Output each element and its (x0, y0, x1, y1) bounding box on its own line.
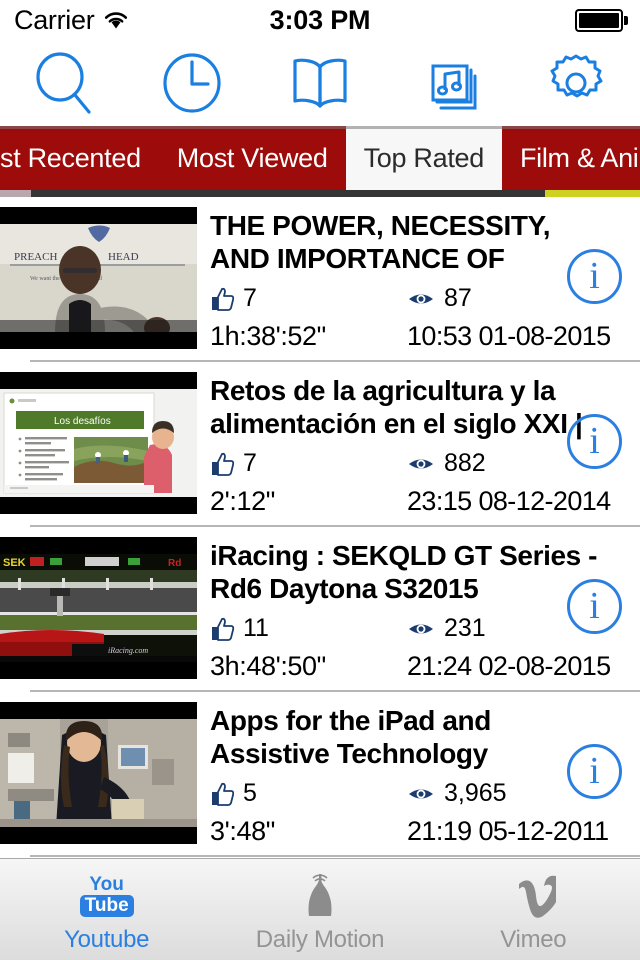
search-icon[interactable] (0, 40, 128, 126)
video-date: 21:19 05-12-2011 (407, 816, 609, 846)
video-date: 23:15 08-12-2014 (407, 486, 611, 516)
video-views-count: 3,965 (444, 779, 507, 807)
svg-text:iRacing.com: iRacing.com (108, 646, 148, 655)
info-icon: i (589, 254, 600, 297)
vimeo-icon (510, 872, 557, 920)
video-list[interactable]: PREACH HEAD We want the word to be heard… (0, 197, 640, 858)
bookmarks-icon[interactable] (256, 40, 384, 126)
video-duration: 3h:48':50" (210, 651, 326, 681)
bottom-tab-daily-motion[interactable]: Daily Motion (213, 859, 426, 960)
bottom-tab-label: Daily Motion (255, 925, 385, 953)
svg-text:SEK: SEK (3, 557, 26, 569)
category-tab-film-animation[interactable]: Film & Animation (501, 126, 640, 190)
video-views-count: 87 (444, 284, 472, 312)
category-tab-most-viewed[interactable]: Most Viewed (158, 126, 346, 190)
category-scroll-left-cap (0, 190, 31, 197)
category-scroll-track[interactable] (0, 190, 640, 197)
info-icon: i (589, 749, 600, 792)
video-views: 231 (407, 614, 486, 643)
video-info-button[interactable]: i (567, 414, 622, 469)
thumbs-up-icon (212, 452, 235, 476)
youtube-icon: You Tube (79, 872, 134, 920)
video-date: 10:53 01-08-2015 (407, 321, 611, 351)
svg-text:HEAD: HEAD (108, 251, 139, 263)
video-likes: 11 (210, 614, 269, 643)
video-views-count: 882 (444, 449, 486, 477)
thumbs-up-icon (212, 287, 235, 311)
category-tab-most-recented[interactable]: st Recented (0, 126, 159, 190)
video-thumbnail[interactable]: SEK Rd iRacing.com (0, 537, 197, 679)
video-likes-count: 7 (243, 449, 257, 477)
eye-icon (409, 459, 433, 468)
history-icon[interactable] (128, 40, 256, 126)
video-likes-count: 11 (243, 614, 269, 642)
thumbs-up-icon (212, 782, 235, 806)
video-info-button[interactable]: i (567, 249, 622, 304)
video-views: 882 (407, 449, 486, 478)
video-likes: 7 (210, 284, 257, 313)
video-list-item[interactable]: PREACH HEAD We want the word to be heard… (0, 197, 640, 362)
video-duration: 1h:38':52" (210, 321, 326, 351)
bottom-tab-vimeo[interactable]: Vimeo (427, 859, 640, 960)
bottom-tab-youtube[interactable]: You Tube Youtube (0, 859, 213, 960)
video-title: THE POWER, NECESSITY, AND IMPORTANCE OF (210, 210, 551, 274)
battery-full-icon (575, 8, 623, 32)
eye-icon (409, 624, 433, 633)
video-info-button[interactable]: i (567, 579, 622, 634)
eye-icon (409, 789, 433, 798)
video-title: Retos de la agricultura y la alimentació… (210, 375, 583, 439)
settings-icon[interactable] (512, 40, 640, 126)
video-duration: 2':12" (210, 486, 275, 516)
top-toolbar (0, 40, 640, 126)
status-bar-right (575, 8, 628, 32)
video-list-item[interactable]: SEK Rd iRacing.com iRacing: SEKQLD GT S… (0, 527, 640, 692)
svg-text:Los desafíos: Los desafíos (54, 416, 111, 427)
video-views: 87 (407, 284, 472, 313)
bottom-tab-label: Vimeo (500, 925, 567, 953)
video-info-button[interactable]: i (567, 744, 622, 799)
bottom-tab-bar: You Tube Youtube Daily Motion Vimeo (0, 858, 640, 960)
video-date: 21:24 02-08-2015 (407, 651, 611, 681)
video-thumbnail[interactable]: PREACH HEAD We want the word to be heard (0, 207, 197, 349)
category-tab-row: st Recented Most Viewed Top Rated Film &… (0, 126, 640, 190)
list-separator (30, 855, 640, 857)
playlists-icon[interactable] (384, 40, 512, 126)
video-list-item[interactable]: Los desafíos Retos de la agricultura y l… (0, 362, 640, 527)
category-tab-strip[interactable]: st Recented Most Viewed Top Rated Film &… (0, 126, 640, 190)
app-root: Carrier 3:03 PM st Recented Most Viewed … (0, 0, 640, 960)
info-icon: i (589, 584, 600, 627)
video-likes-count: 7 (243, 284, 257, 312)
svg-text:Rd: Rd (168, 558, 181, 569)
video-thumbnail[interactable] (0, 702, 197, 844)
video-likes: 5 (210, 779, 257, 808)
thumbs-up-icon (212, 617, 235, 641)
video-likes: 7 (210, 449, 257, 478)
status-bar: Carrier 3:03 PM (0, 0, 640, 40)
clock-label: 3:03 PM (269, 4, 371, 35)
video-duration: 3':48" (210, 816, 275, 846)
video-views-count: 231 (444, 614, 486, 642)
video-title: iRacing : SEKQLD GT Series - Rd6 Daytona… (210, 540, 598, 604)
video-likes-count: 5 (243, 779, 257, 807)
info-icon: i (589, 419, 600, 462)
dailymotion-icon (297, 872, 343, 920)
video-list-item[interactable]: Apps for the iPad and Assistive Technolo… (0, 692, 640, 857)
video-views: 3,965 (407, 779, 507, 808)
video-thumbnail[interactable]: Los desafíos (0, 372, 197, 514)
category-tab-top-rated[interactable]: Top Rated (345, 126, 502, 190)
bottom-tab-label: Youtube (64, 925, 150, 953)
video-title: Apps for the iPad and Assistive Technolo… (210, 705, 491, 769)
category-scroll-right-cap (545, 190, 640, 197)
eye-icon (409, 294, 433, 303)
category-strip-top-shadow (0, 126, 640, 129)
svg-text:PREACH: PREACH (14, 251, 57, 263)
